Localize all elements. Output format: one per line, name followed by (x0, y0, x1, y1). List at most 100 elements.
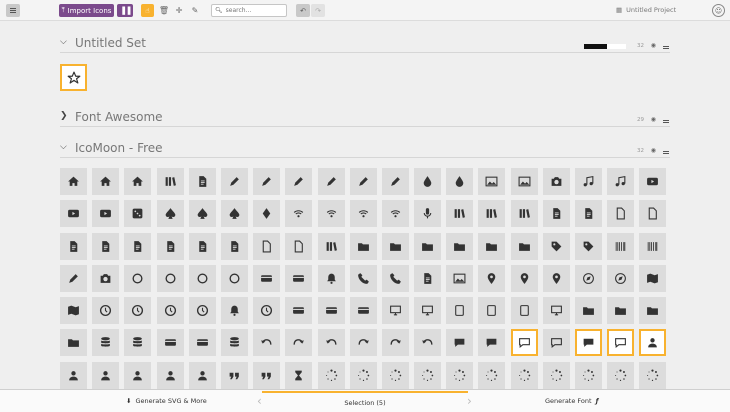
icon-tile-tv[interactable] (542, 297, 570, 325)
icon-tile-phone-hang-up[interactable] (381, 264, 409, 292)
icon-tile-calendar[interactable] (285, 297, 313, 325)
icon-tile-keyboard[interactable] (349, 297, 377, 325)
icon-tile-spinner3[interactable] (381, 361, 409, 389)
icon-tile-spinner7[interactable] (510, 361, 538, 389)
chevron-down-icon[interactable]: ⌵ (60, 37, 67, 47)
main-menu-button[interactable] (6, 4, 20, 17)
icon-tile-spinner8[interactable] (542, 361, 570, 389)
icon-tile-bell[interactable] (220, 297, 248, 325)
icon-tile-bubbles2[interactable] (510, 329, 538, 357)
icon-tile-image[interactable] (478, 168, 506, 195)
icon-tile-book[interactable] (446, 200, 474, 228)
icon-tile-drawer2[interactable] (607, 297, 635, 325)
icon-tile-file-text[interactable] (542, 200, 570, 228)
icon-tile-location2[interactable] (542, 264, 570, 292)
icon-tile-star[interactable] (60, 64, 87, 91)
icon-tile-bubbles4[interactable] (607, 329, 635, 357)
move-tool-button[interactable]: ✛ (173, 4, 185, 17)
icon-tile-drawer[interactable] (575, 297, 602, 325)
chevron-right-icon[interactable]: ❯ (60, 111, 68, 121)
icon-tile-eyedropper[interactable] (381, 168, 409, 195)
icon-tile-copy[interactable] (253, 232, 281, 260)
icon-tile-home2[interactable] (92, 168, 120, 195)
icon-tile-display[interactable] (381, 297, 409, 325)
icon-tile-user[interactable] (639, 329, 667, 357)
icon-tile-folder-upload[interactable] (510, 232, 538, 260)
icon-tile-map[interactable] (639, 264, 667, 292)
project-selector[interactable]: ▦ Untitled Project (616, 6, 676, 14)
set-header-untitled[interactable]: ⌵ Untitled Set 32 ◉ (60, 33, 670, 53)
icon-tile-paint-format[interactable] (446, 168, 474, 195)
eye-icon[interactable]: ◉ (651, 147, 656, 154)
icon-tile-profile[interactable] (575, 200, 602, 228)
icon-tile-phone[interactable] (349, 264, 377, 292)
icon-tile-history[interactable] (92, 297, 120, 325)
icon-tile-clubs[interactable] (220, 200, 248, 228)
icon-tile-spinner2[interactable] (349, 361, 377, 389)
icon-tile-file-music[interactable] (124, 232, 152, 260)
icon-tile-undo2[interactable] (317, 329, 345, 357)
icon-tile-redo[interactable] (285, 329, 313, 357)
icon-tile-redo2[interactable] (349, 329, 377, 357)
icon-tile-price-tag[interactable] (542, 232, 570, 260)
icon-tile-clock2[interactable] (156, 297, 184, 325)
icon-tile-office[interactable] (156, 168, 184, 195)
chevron-down-icon[interactable]: ⌵ (60, 142, 67, 152)
icon-tile-quill[interactable] (285, 168, 313, 195)
set-menu-icon[interactable] (663, 120, 669, 121)
icon-tile-dice[interactable] (124, 200, 152, 228)
icon-tile-stopwatch[interactable] (253, 297, 281, 325)
icon-tile-user-minus[interactable] (124, 361, 152, 389)
icon-tile-mobile[interactable] (446, 297, 474, 325)
icon-tile-headphones[interactable] (575, 168, 602, 195)
icon-tile-music[interactable] (607, 168, 635, 195)
set-header-font-awesome[interactable]: ❯ Font Awesome 29 ◉ (60, 107, 670, 127)
icon-tile-spinner4[interactable] (414, 361, 442, 389)
icon-tile-camera[interactable] (542, 168, 570, 195)
selection-tab[interactable]: Selection (5) (262, 391, 468, 412)
icon-tile-file-picture[interactable] (92, 232, 120, 260)
icon-tile-books[interactable] (478, 200, 506, 228)
eye-icon[interactable]: ◉ (651, 116, 656, 123)
icon-tile-clock[interactable] (124, 297, 152, 325)
icon-tile-spinner9[interactable] (575, 361, 602, 389)
icon-tile-droplet[interactable] (414, 168, 442, 195)
icon-tile-mobile2[interactable] (478, 297, 506, 325)
edit-tool-button[interactable]: ✎ (189, 4, 201, 17)
icon-tile-play[interactable] (639, 168, 667, 195)
select-tool-button[interactable]: ☝ (141, 4, 154, 17)
icon-tile-library[interactable] (510, 200, 538, 228)
icon-tile-spinner[interactable] (317, 361, 345, 389)
icon-tile-laptop[interactable] (414, 297, 442, 325)
icon-tile-drive[interactable] (188, 329, 216, 357)
icon-tile-qrcode[interactable] (639, 232, 667, 260)
icon-tile-quotes-left[interactable] (220, 361, 248, 389)
icon-tile-diamonds[interactable] (253, 200, 281, 228)
icon-tile-bubbles3[interactable] (575, 329, 602, 357)
icon-tile-coin-pound[interactable] (188, 264, 216, 292)
icon-tile-lifebuoy[interactable] (317, 264, 345, 292)
icon-tile-printer[interactable] (317, 297, 345, 325)
search-box[interactable]: 🔍︎ (211, 4, 287, 17)
icon-tile-user-tie[interactable] (188, 361, 216, 389)
icon-tile-hour-glass[interactable] (285, 361, 313, 389)
icon-tile-forward[interactable] (381, 329, 409, 357)
icon-tile-pacman[interactable] (156, 200, 184, 228)
icon-tile-credit-card[interactable] (253, 264, 281, 292)
icon-tile-home[interactable] (60, 168, 87, 195)
icon-tile-podcast[interactable] (349, 200, 377, 228)
icon-tile-users[interactable] (60, 361, 87, 389)
icon-tile-compass[interactable] (575, 264, 602, 292)
chevron-right-icon[interactable]: › (467, 394, 472, 408)
icon-tile-folder[interactable] (349, 232, 377, 260)
icon-tile-home3[interactable] (124, 168, 152, 195)
icon-tile-newspaper[interactable] (188, 168, 216, 195)
icon-tile-alarm[interactable] (188, 297, 216, 325)
icon-tile-barcode[interactable] (607, 232, 635, 260)
icon-tile-ticket[interactable] (60, 264, 87, 292)
icon-tile-tablet[interactable] (510, 297, 538, 325)
icon-tile-folder-plus[interactable] (414, 232, 442, 260)
icon-tile-file-empty[interactable] (607, 200, 635, 228)
set-menu-icon[interactable] (663, 46, 669, 47)
icon-tile-upload[interactable] (124, 329, 152, 357)
